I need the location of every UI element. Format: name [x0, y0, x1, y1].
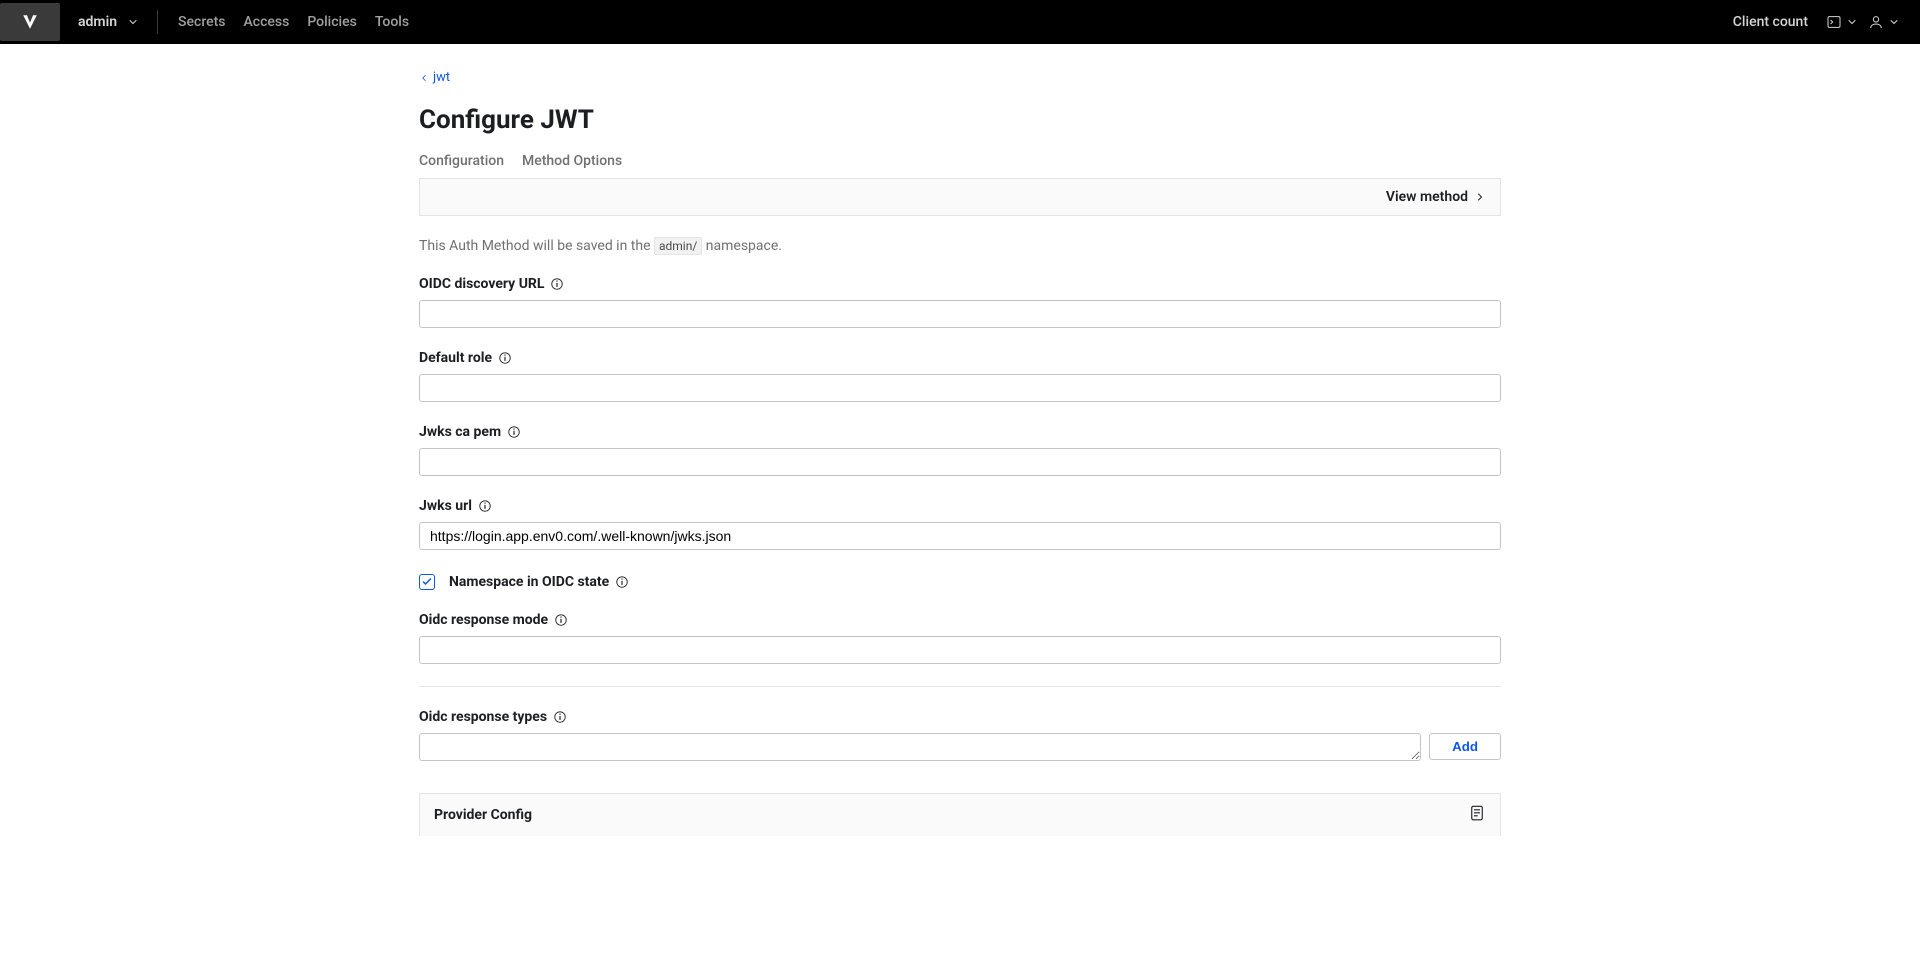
namespace-in-state-checkbox[interactable] [419, 574, 435, 590]
tab-configuration[interactable]: Configuration [419, 153, 504, 179]
field-jwks-ca-pem: Jwks ca pem [419, 424, 1501, 476]
breadcrumb-back[interactable]: jwt [419, 70, 1501, 85]
header-right: Client count [1733, 14, 1920, 30]
field-default-role: Default role [419, 350, 1501, 402]
namespace-note: This Auth Method will be saved in the ad… [419, 238, 1501, 254]
info-icon[interactable] [615, 575, 629, 589]
user-icon [1868, 14, 1884, 30]
field-jwks-url: Jwks url [419, 498, 1501, 550]
oidc-response-types-input[interactable] [419, 733, 1421, 761]
info-icon[interactable] [550, 277, 564, 291]
field-namespace-in-state: Namespace in OIDC state [419, 574, 1501, 590]
namespace-in-state-label: Namespace in OIDC state [449, 574, 609, 590]
jwks-ca-pem-label: Jwks ca pem [419, 424, 501, 440]
document-icon [1468, 804, 1486, 822]
json-toggle-button[interactable] [1468, 804, 1486, 826]
namespace-dropdown[interactable]: admin [60, 10, 158, 34]
main-content: jwt Configure JWT Configuration Method O… [419, 44, 1501, 896]
vault-logo-icon [21, 13, 39, 31]
check-icon [421, 576, 433, 588]
add-button[interactable]: Add [1429, 733, 1501, 760]
jwks-url-label: Jwks url [419, 498, 472, 514]
field-oidc-response-types: Oidc response types Add [419, 709, 1501, 761]
default-role-input[interactable] [419, 374, 1501, 402]
chevron-left-icon [419, 73, 429, 83]
primary-nav: Secrets Access Policies Tools [158, 14, 409, 30]
tab-bar: Configuration Method Options [419, 153, 1501, 179]
namespace-label: admin [78, 14, 117, 30]
field-oidc-discovery-url: OIDC discovery URL [419, 276, 1501, 328]
client-count-link[interactable]: Client count [1733, 14, 1808, 30]
oidc-response-mode-input[interactable] [419, 636, 1501, 664]
view-method-label: View method [1386, 189, 1468, 205]
info-icon[interactable] [553, 710, 567, 724]
app-header: admin Secrets Access Policies Tools Clie… [0, 0, 1920, 44]
info-icon[interactable] [478, 499, 492, 513]
provider-config-label: Provider Config [434, 807, 532, 823]
view-method-bar: View method [419, 178, 1501, 216]
section-divider [419, 686, 1501, 687]
info-icon[interactable] [507, 425, 521, 439]
field-oidc-response-mode: Oidc response mode [419, 612, 1501, 664]
view-method-link[interactable]: View method [1386, 189, 1486, 205]
nav-link-secrets[interactable]: Secrets [178, 14, 225, 30]
terminal-icon [1826, 14, 1842, 30]
oidc-discovery-url-input[interactable] [419, 300, 1501, 328]
page-title: Configure JWT [419, 105, 1501, 135]
jwks-url-input[interactable] [419, 522, 1501, 550]
breadcrumb-label: jwt [433, 70, 450, 85]
info-icon[interactable] [554, 613, 568, 627]
oidc-discovery-url-label: OIDC discovery URL [419, 276, 544, 292]
chevron-down-icon [127, 16, 139, 28]
nav-link-access[interactable]: Access [244, 14, 290, 30]
chevron-down-icon [1846, 16, 1858, 28]
provider-config-bar: Provider Config [419, 793, 1501, 836]
user-dropdown[interactable] [1868, 14, 1900, 30]
oidc-response-mode-label: Oidc response mode [419, 612, 548, 628]
info-icon[interactable] [498, 351, 512, 365]
default-role-label: Default role [419, 350, 492, 366]
nav-link-policies[interactable]: Policies [307, 14, 357, 30]
chevron-down-icon [1888, 16, 1900, 28]
oidc-response-types-label: Oidc response types [419, 709, 547, 725]
ns-note-prefix: This Auth Method will be saved in the [419, 238, 654, 254]
console-dropdown[interactable] [1826, 14, 1858, 30]
ns-note-chip: admin/ [654, 237, 702, 255]
app-logo[interactable] [0, 3, 60, 41]
chevron-right-icon [1474, 191, 1486, 203]
tab-method-options[interactable]: Method Options [522, 153, 622, 179]
nav-link-tools[interactable]: Tools [375, 14, 409, 30]
jwks-ca-pem-input[interactable] [419, 448, 1501, 476]
ns-note-suffix: namespace. [702, 238, 782, 254]
